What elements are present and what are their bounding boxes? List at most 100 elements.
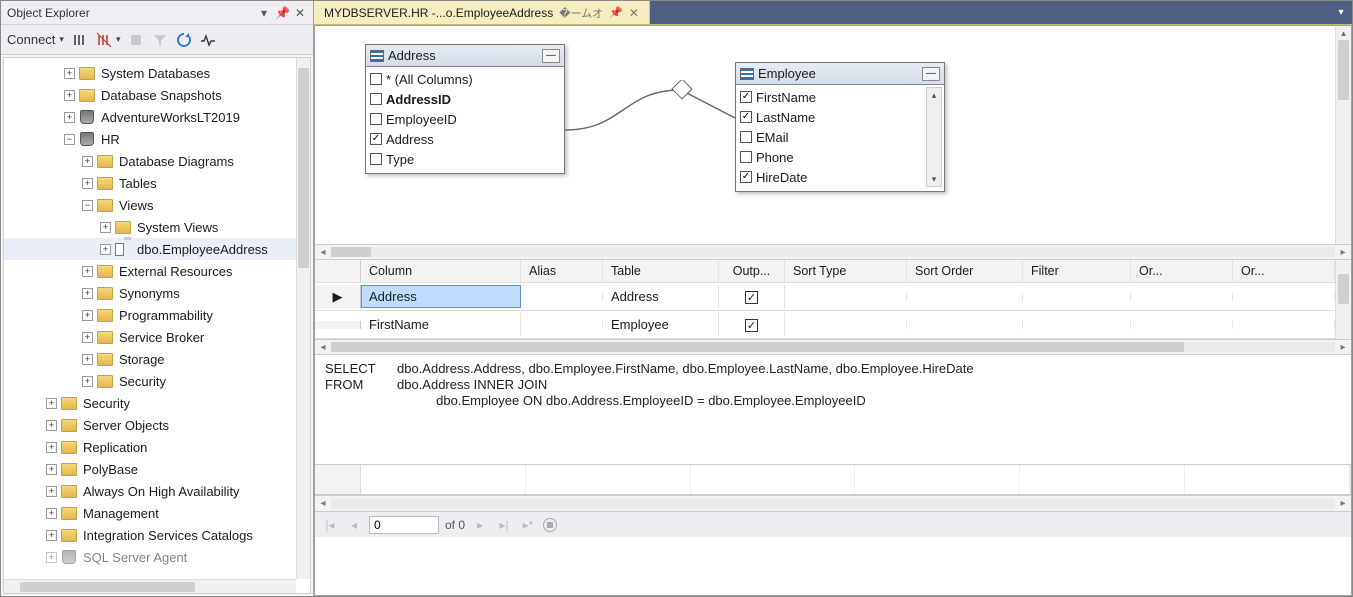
cell-column[interactable]: FirstName — [361, 313, 521, 336]
tree-node[interactable]: +System Views — [4, 216, 296, 238]
tree-node[interactable]: −Views — [4, 194, 296, 216]
expand-icon[interactable]: + — [82, 354, 93, 365]
table-column[interactable]: EMail — [740, 127, 922, 147]
collapse-icon[interactable]: − — [64, 134, 75, 145]
cell-column[interactable]: Address — [361, 285, 521, 308]
column-checkbox[interactable] — [370, 113, 382, 125]
nav-last-icon[interactable]: ▸| — [495, 516, 513, 534]
cell-or[interactable] — [1131, 321, 1233, 329]
table-minimize-icon[interactable]: — — [542, 49, 560, 63]
tree-node[interactable]: −HR — [4, 128, 296, 150]
grid-row[interactable]: ▶AddressAddress — [315, 283, 1335, 311]
tree-node[interactable]: +Server Objects — [4, 414, 296, 436]
cell-sorttype[interactable] — [785, 293, 907, 301]
column-checkbox[interactable] — [370, 153, 382, 165]
tree-node[interactable]: +Always On High Availability — [4, 480, 296, 502]
row-header[interactable]: ▶ — [315, 285, 361, 309]
tree-node[interactable]: +Management — [4, 502, 296, 524]
results-horizontal-scrollbar[interactable]: ◂▸ — [315, 495, 1351, 511]
tree-node[interactable]: +SQL Server Agent — [4, 546, 296, 568]
table-column[interactable]: Address — [370, 129, 560, 149]
tree-node[interactable]: +External Resources — [4, 260, 296, 282]
table-minimize-icon[interactable]: — — [922, 67, 940, 81]
nav-stop-icon[interactable] — [543, 518, 557, 532]
tree-node[interactable]: +AdventureWorksLT2019 — [4, 106, 296, 128]
nav-next-icon[interactable]: ▸ — [471, 516, 489, 534]
expand-icon[interactable]: + — [82, 266, 93, 277]
diagram-horizontal-scrollbar[interactable]: ◂▸ — [315, 244, 1351, 260]
tab-pin-icon2[interactable]: 📌 — [609, 6, 623, 19]
grid-header-or1[interactable]: Or... — [1131, 260, 1233, 282]
output-checkbox[interactable] — [745, 319, 758, 332]
expand-icon[interactable]: + — [82, 310, 93, 321]
expand-icon[interactable]: + — [82, 156, 93, 167]
expand-icon[interactable]: + — [64, 90, 75, 101]
table-column[interactable]: EmployeeID — [370, 109, 560, 129]
cell-filter[interactable] — [1023, 321, 1131, 329]
table-column[interactable]: FirstName — [740, 87, 922, 107]
expand-icon[interactable]: + — [100, 222, 111, 233]
nav-new-icon[interactable]: ▸* — [519, 516, 537, 534]
tree-node[interactable]: +System Databases — [4, 62, 296, 84]
grid-header-alias[interactable]: Alias — [521, 260, 603, 282]
grid-header-table[interactable]: Table — [603, 260, 719, 282]
tree-node[interactable]: +dbo.EmployeeAddress — [4, 238, 296, 260]
expand-icon[interactable]: + — [46, 530, 57, 541]
column-checkbox[interactable] — [740, 151, 752, 163]
collapse-icon[interactable]: − — [82, 200, 93, 211]
expand-icon[interactable]: + — [46, 398, 57, 409]
table-column[interactable]: Type — [370, 149, 560, 169]
cell-filter[interactable] — [1023, 293, 1131, 301]
grid-header-sorttype[interactable]: Sort Type — [785, 260, 907, 282]
diagram-table-address[interactable]: Address — * (All Columns)AddressIDEmploy… — [365, 44, 565, 174]
cell-table[interactable]: Employee — [603, 313, 719, 336]
cell-or[interactable] — [1131, 293, 1233, 301]
pin-icon[interactable]: 📌 — [275, 6, 289, 20]
expand-icon[interactable]: + — [64, 68, 75, 79]
grid-header-output[interactable]: Outp... — [719, 260, 785, 282]
column-checkbox[interactable] — [370, 133, 382, 145]
tree-horizontal-scrollbar[interactable] — [4, 579, 296, 593]
tabstrip-overflow-icon[interactable]: ▾ — [1330, 1, 1352, 24]
output-checkbox[interactable] — [745, 291, 758, 304]
cell-or[interactable] — [1233, 293, 1335, 301]
window-position-icon[interactable]: ▾ — [257, 6, 271, 20]
expand-icon[interactable]: + — [46, 464, 57, 475]
column-checkbox[interactable] — [740, 111, 752, 123]
cell-output[interactable] — [719, 313, 785, 336]
refresh-icon[interactable] — [176, 32, 192, 48]
tree-node[interactable]: +Tables — [4, 172, 296, 194]
tab-view-designer[interactable]: MYDBSERVER.HR -...o.EmployeeAddress �ームオ… — [314, 1, 650, 24]
table-column[interactable]: LastName — [740, 107, 922, 127]
diagram-pane[interactable]: Address — * (All Columns)AddressIDEmploy… — [315, 26, 1351, 244]
tree-node[interactable]: +Database Snapshots — [4, 84, 296, 106]
tree-node[interactable]: +Storage — [4, 348, 296, 370]
table-column[interactable]: Phone — [740, 147, 922, 167]
disconnect-all-icon[interactable] — [96, 32, 121, 48]
nav-position-input[interactable] — [369, 516, 439, 534]
diagram-vertical-scrollbar[interactable] — [1335, 26, 1351, 244]
connect-button[interactable]: Connect — [7, 32, 64, 47]
nav-first-icon[interactable]: |◂ — [321, 516, 339, 534]
grid-horizontal-scrollbar[interactable]: ◂▸ — [315, 339, 1351, 355]
tree-node[interactable]: +Service Broker — [4, 326, 296, 348]
expand-icon[interactable]: + — [82, 332, 93, 343]
grid-header-or2[interactable]: Or... — [1233, 260, 1335, 282]
activity-monitor-icon[interactable] — [200, 32, 216, 48]
disconnect-icon[interactable] — [72, 32, 88, 48]
tree-node[interactable]: +Programmability — [4, 304, 296, 326]
table-column[interactable]: * (All Columns) — [370, 69, 560, 89]
expand-icon[interactable]: + — [64, 112, 75, 123]
grid-vertical-scrollbar[interactable] — [1335, 260, 1351, 339]
expand-icon[interactable]: + — [100, 244, 111, 255]
cell-output[interactable] — [719, 285, 785, 308]
cell-sortorder[interactable] — [907, 293, 1023, 301]
expand-icon[interactable]: + — [82, 178, 93, 189]
table-column-scrollbar[interactable]: ▴▾ — [926, 87, 942, 187]
cell-sortorder[interactable] — [907, 321, 1023, 329]
expand-icon[interactable]: + — [46, 442, 57, 453]
nav-prev-icon[interactable]: ◂ — [345, 516, 363, 534]
tree-node[interactable]: +Replication — [4, 436, 296, 458]
table-column[interactable]: HireDate — [740, 167, 922, 187]
tree-node[interactable]: +PolyBase — [4, 458, 296, 480]
